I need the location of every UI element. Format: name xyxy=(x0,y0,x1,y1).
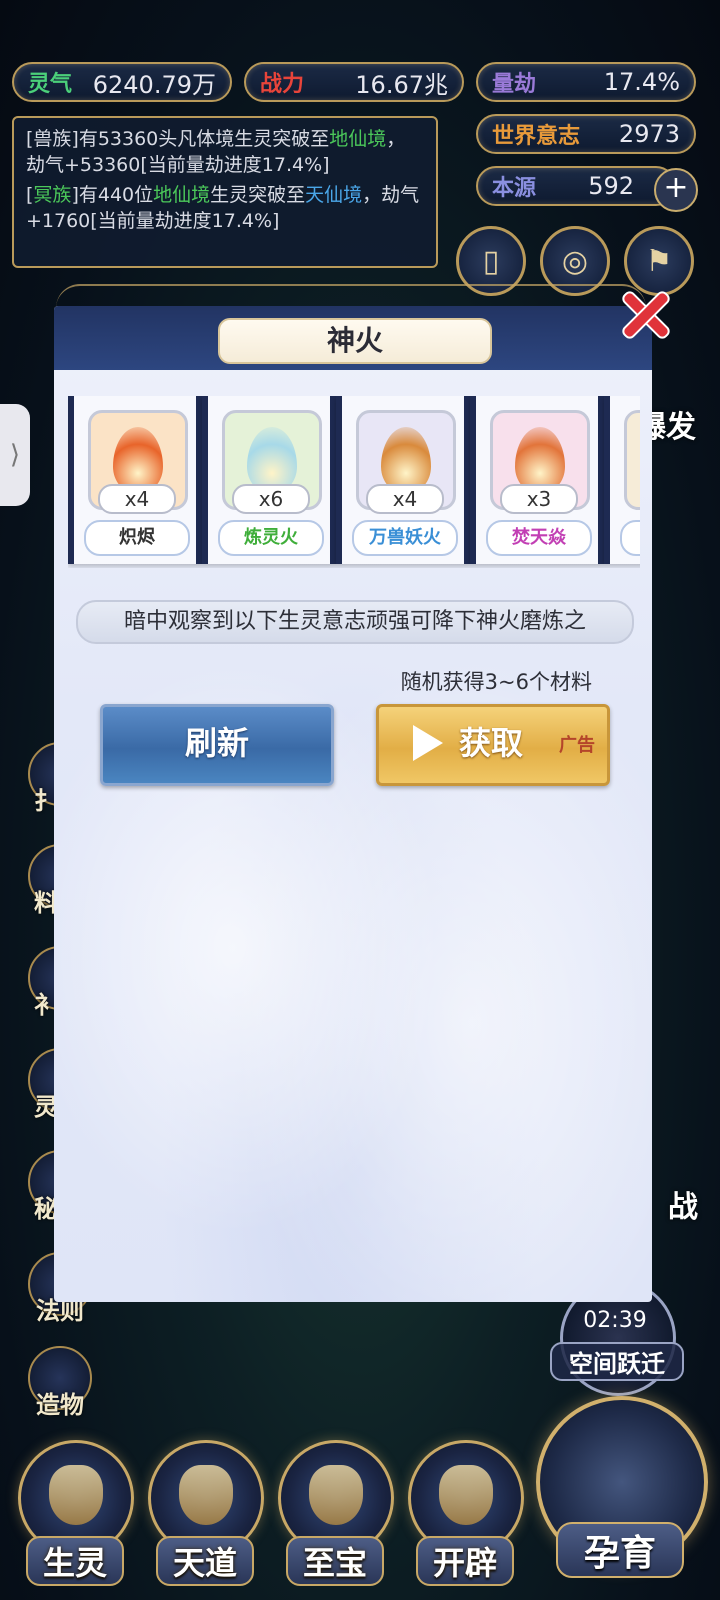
stat-world-will-label: 世界意志 xyxy=(492,124,581,149)
stat-zhanli-label: 战力 xyxy=(260,72,305,97)
stat-benyuan-value: 592 xyxy=(588,172,634,200)
event-log: [兽族]有53360头凡体境生灵突破至地仙境，劫气+53360[当前量劫进度17… xyxy=(12,116,438,268)
add-benyuan-button[interactable]: + xyxy=(654,168,698,212)
fire-card[interactable]: x4 炽烬 xyxy=(68,396,202,564)
fire-name: 炽烬 xyxy=(84,520,190,556)
fire-name: 焚天焱 xyxy=(486,520,592,556)
nav-label: 天道 xyxy=(156,1536,254,1586)
fire-count: x4 xyxy=(98,484,176,514)
nav-shengling[interactable]: 生灵 xyxy=(14,1440,134,1590)
stat-lingqi-label: 灵气 xyxy=(28,72,73,97)
stat-lingqi: 灵气 6240.79万 xyxy=(12,62,232,102)
fire-name: 炼灵火 xyxy=(218,520,324,556)
space-jump-label: 空间跃迁 xyxy=(550,1342,684,1381)
nav-label: 开辟 xyxy=(416,1536,514,1586)
log-realm: 地仙境 xyxy=(153,184,211,206)
fire-card[interactable]: x4 万兽妖火 xyxy=(336,396,470,564)
ad-label: 广告 xyxy=(559,735,595,756)
log-realm: 地仙境 xyxy=(329,128,387,150)
nav-tiandao[interactable]: 天道 xyxy=(144,1440,264,1590)
fire-name: 万兽妖火 xyxy=(352,520,458,556)
log-text: ]有440位 xyxy=(71,184,154,206)
refresh-button[interactable]: 刷新 xyxy=(100,704,334,786)
nav-label: 生灵 xyxy=(26,1536,124,1586)
stat-world-will: 世界意志 2973 xyxy=(476,114,696,154)
stat-liangjie-label: 量劫 xyxy=(492,72,537,97)
stat-benyuan: 本源 592 xyxy=(476,166,676,206)
stat-benyuan-label: 本源 xyxy=(492,176,537,201)
nav-label: 至宝 xyxy=(286,1536,384,1586)
side-menu-item-creation[interactable]: 造物 xyxy=(28,1346,96,1419)
fire-count: x4 xyxy=(366,484,444,514)
log-realm: 天仙境 xyxy=(305,184,363,206)
dialog-title: 神火 xyxy=(218,318,492,364)
stat-zhanli-value: 16.67兆 xyxy=(355,70,448,99)
play-video-icon xyxy=(413,725,443,761)
get-with-ad-button[interactable]: 获取 广告 xyxy=(376,704,610,786)
stat-zhanli: 战力 16.67兆 xyxy=(244,62,464,102)
fire-count: x3 xyxy=(500,484,578,514)
log-text: 生灵突破至 xyxy=(210,184,306,206)
log-text: [兽族]有53360头凡体境生灵突破至 xyxy=(26,128,330,150)
nav-zhibao[interactable]: 至宝 xyxy=(274,1440,394,1590)
battle-label-partial[interactable]: 战 xyxy=(668,1182,698,1226)
modal-frame-decoration xyxy=(56,284,646,308)
fire-card[interactable]: x6 炼灵火 xyxy=(202,396,336,564)
fire-name: 太 xyxy=(620,520,640,556)
get-label: 获取 xyxy=(459,724,524,762)
reward-hint: 随机获得3~6个材料 xyxy=(400,670,592,694)
stat-world-will-value: 2973 xyxy=(618,120,680,148)
nurture-label: 孕育 xyxy=(556,1522,684,1578)
side-drawer-handle[interactable]: ⟩ xyxy=(0,404,30,506)
observation-notice: 暗中观察到以下生灵意志顽强可降下神火磨炼之 xyxy=(76,600,634,644)
log-entry: [冥族]有440位地仙境生灵突破至天仙境，劫气+1760[当前量劫进度17.4%… xyxy=(26,182,424,234)
fire-art xyxy=(624,410,640,510)
fire-count: x6 xyxy=(232,484,310,514)
fire-card[interactable]: 太 xyxy=(604,396,640,564)
nurture-button[interactable]: 孕育 xyxy=(536,1396,708,1586)
log-race: 冥族 xyxy=(33,184,72,206)
side-menu-label: 造物 xyxy=(36,1391,84,1419)
log-entry: [兽族]有53360头凡体境生灵突破至地仙境，劫气+53360[当前量劫进度17… xyxy=(26,126,424,178)
fire-card[interactable]: x3 焚天焱 xyxy=(470,396,604,564)
stat-lingqi-value: 6240.79万 xyxy=(92,70,216,99)
stat-liangjie: 量劫 17.4% xyxy=(476,62,696,102)
fire-card-list[interactable]: x4 炽烬 x6 炼灵火 x4 万兽妖火 x3 焚天焱 太 xyxy=(68,396,640,568)
stat-liangjie-value: 17.4% xyxy=(603,68,680,96)
close-icon[interactable] xyxy=(614,284,674,344)
divine-fire-dialog: 神火 x4 炽烬 x6 炼灵火 x4 万兽妖火 x3 焚天焱 太 暗中观察到以下… xyxy=(54,306,652,1302)
space-jump-timer: 02:39 xyxy=(583,1308,647,1333)
nav-kaipi[interactable]: 开辟 xyxy=(404,1440,524,1590)
